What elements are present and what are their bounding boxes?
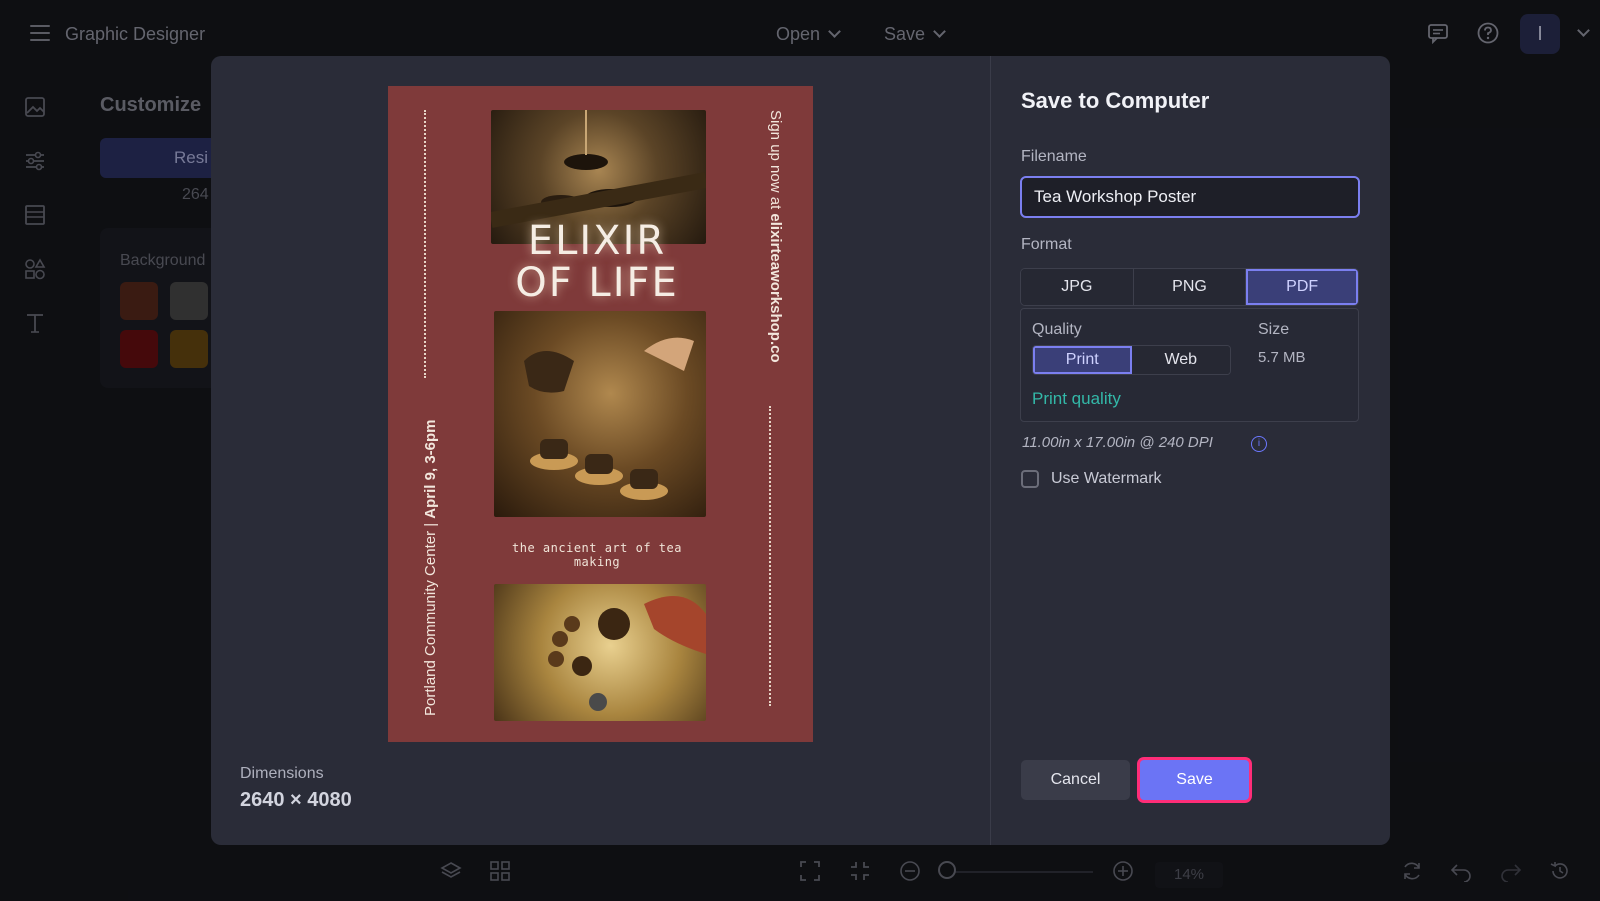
info-icon[interactable]: i [1251,436,1267,452]
poster-title: ELIXIR OF LIFE [488,220,706,304]
quality-panel: Quality Size Print Web 5.7 MB Print qual… [1020,308,1359,422]
file-size-value: 5.7 MB [1258,349,1306,366]
tea-pouring-illustration [524,337,694,500]
quality-selector: Print Web [1032,345,1231,375]
quality-description: Print quality [1032,389,1121,408]
filename-label: Filename [1021,148,1087,165]
poster-date: April 9, 3-6pm [422,419,439,519]
quality-web-button[interactable]: Web [1131,346,1230,374]
format-png-button[interactable]: PNG [1133,269,1247,305]
watermark-checkbox[interactable] [1021,470,1039,488]
dimensions-value: 2640 × 4080 [240,789,352,811]
format-selector: JPG PNG PDF [1020,268,1359,306]
format-label: Format [1021,236,1072,253]
poster-website: elixirteaworkshop.co [767,213,784,363]
poster-title-line2: OF LIFE [515,260,679,306]
tea-photo-bottom [494,584,706,721]
format-jpg-button[interactable]: JPG [1021,269,1134,305]
poster-title-line1: ELIXIR [527,218,667,264]
quality-print-button[interactable]: Print [1033,346,1132,374]
tea-set-illustration [548,596,706,711]
size-label: Size [1258,321,1290,338]
save-dialog: Portland Community Center | April 9, 3-6… [211,56,1390,845]
dotted-divider [424,110,426,378]
watermark-label[interactable]: Use Watermark [1051,470,1162,488]
poster-preview: Portland Community Center | April 9, 3-6… [388,86,813,742]
poster-event-details: Portland Community Center | April 9, 3-6… [422,419,439,716]
dotted-divider [769,406,771,706]
filename-input[interactable] [1020,176,1360,218]
poster-tagline: the ancient art of tea making [512,541,682,569]
dialog-title: Save to Computer [1021,88,1210,113]
tea-photo-middle [494,311,706,517]
format-pdf-button[interactable]: PDF [1246,269,1358,305]
print-size-info: 11.00in x 17.00in @ 240 DPI [1022,434,1213,451]
poster-signup-prefix: Sign up now at [767,110,784,214]
save-button[interactable]: Save [1140,760,1249,800]
dialog-divider [990,56,991,845]
cancel-button[interactable]: Cancel [1021,760,1130,800]
poster-location: Portland Community Center | [422,518,439,716]
quality-label: Quality [1032,321,1082,338]
dimensions-label: Dimensions [240,765,324,782]
poster-signup-text: Sign up now at elixirteaworkshop.co [767,110,784,363]
